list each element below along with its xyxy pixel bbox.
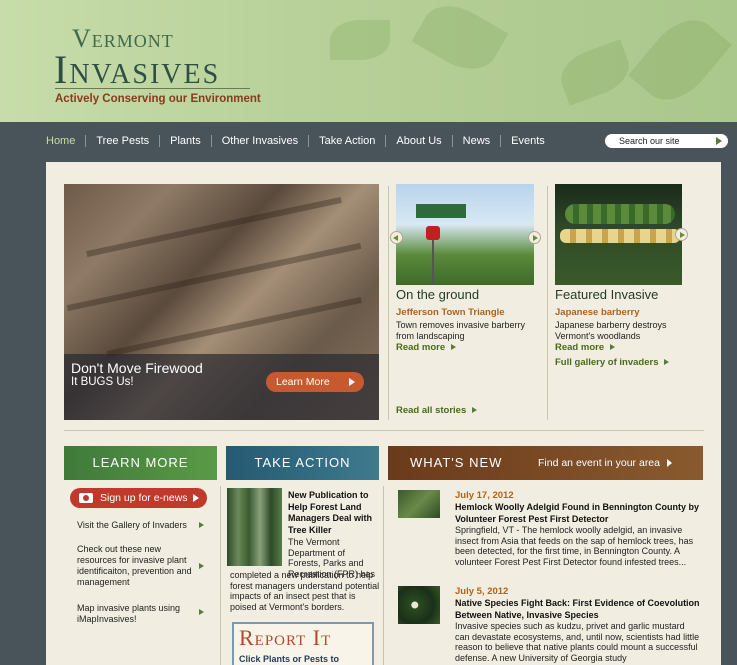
gallery-of-invaders-link[interactable]: Visit the Gallery of Invaders [77,520,202,531]
featured-invasive-image[interactable] [555,184,682,285]
barberry-flowers [560,229,680,243]
search-submit-icon[interactable] [716,137,722,145]
nav-news[interactable]: News [453,135,502,147]
nav-other-invasives[interactable]: Other Invasives [212,135,310,147]
on-the-ground-subtitle[interactable]: Jefferson Town Triangle [396,307,505,318]
arrow-right-icon [199,609,204,615]
on-the-ground-text: Town removes invasive barberry from land… [396,320,526,341]
enews-signup-button[interactable]: Sign up for e-news [70,488,207,508]
gallery-label: Full gallery of invaders [555,357,659,368]
news-body: Springfield, VT - The hemlock woolly ade… [455,525,694,567]
news-date: July 5, 2012 [455,586,509,597]
news-title[interactable]: Hemlock Woolly Adelgid Found in Benningt… [455,502,705,525]
search-placeholder: Search our site [619,136,680,146]
logo-invasives[interactable]: Invasives [54,46,220,93]
forest-image[interactable] [227,488,282,566]
log-texture [66,242,362,312]
news-title[interactable]: Native Species Fight Back: First Evidenc… [455,598,705,621]
whats-new-header: WHAT'S NEW Find an event in your area [388,446,703,480]
native-species-image[interactable] [398,586,440,624]
barberry-leaves [565,204,675,224]
logo-tagline: Actively Conserving our Environment [55,93,261,105]
featured-invasive-text: Japanese barberry destroys Vermont's woo… [555,320,667,341]
nav-events[interactable]: Events [501,135,555,147]
on-the-ground-title: On the ground [396,287,480,302]
hemlock-image[interactable] [398,490,440,518]
logo-divider [55,88,250,89]
prev-arrow-icon[interactable] [390,231,403,244]
nav-tree-pests[interactable]: Tree Pests [86,135,161,147]
take-action-article-body-cont: completed a new publication to help fore… [230,570,380,612]
read-more-label: Read more [396,342,446,353]
section-divider [64,430,704,431]
arrow-right-icon [451,344,457,350]
arrow-right-icon [199,522,204,528]
next-arrow-icon[interactable] [528,231,541,244]
arrow-right-icon [199,563,204,569]
news-date: July 17, 2012 [455,490,514,501]
take-action-header: TAKE ACTION [226,446,379,480]
full-gallery-link[interactable]: Full gallery of invaders [555,357,670,368]
learn-more-header: LEARN MORE [64,446,217,480]
report-it-subtitle: Click Plants or Pests to [239,654,340,664]
decorative-insect [628,6,732,114]
read-more-label: Read more [555,342,605,353]
decorative-leaf [554,39,636,106]
report-it-box[interactable]: Report It Click Plants or Pests to [232,622,374,665]
whats-new-label: WHAT'S NEW [410,455,503,470]
arrow-right-icon [472,407,478,413]
log-texture [106,297,362,357]
column-divider [547,186,548,420]
nav-take-action[interactable]: Take Action [309,135,387,147]
nav-about-us[interactable]: About Us [386,135,453,147]
column-divider [388,186,389,420]
next-arrow-icon[interactable] [675,228,688,241]
log-texture [86,197,342,257]
featured-read-more[interactable]: Read more [555,342,616,353]
stop-sign [426,226,440,240]
site-header: Vermont Invasives Actively Conserving ou… [0,0,737,122]
featured-invasive-title: Featured Invasive [555,287,659,302]
news-body: Invasive species such as kudzu, privet a… [455,621,700,663]
take-action-article-title[interactable]: New Publication to Help Forest Land Mana… [288,490,378,536]
decorative-leaf [411,0,509,82]
column-divider [383,486,384,665]
read-all-stories-link[interactable]: Read all stories [396,405,478,416]
road-sign [416,204,466,218]
arrow-right-icon [664,359,670,365]
camera-icon [79,493,93,503]
find-event-link[interactable]: Find an event in your area [538,446,672,480]
report-it-title: Report It [239,625,332,650]
decorative-leaf [330,20,390,60]
nav-home[interactable]: Home [36,135,87,147]
column-divider [220,486,221,665]
hero-caption: Don't Move Firewood It BUGS Us! Learn Mo… [64,354,379,420]
sign-pole [432,240,434,285]
on-the-ground-read-more[interactable]: Read more [396,342,457,353]
read-all-label: Read all stories [396,405,467,416]
hero-title: Don't Move Firewood [71,360,203,376]
hero-subtitle: It BUGS Us! [71,376,134,388]
learn-more-button[interactable]: Learn More [266,372,364,392]
nav-plants[interactable]: Plants [160,135,212,147]
featured-invasive-subtitle[interactable]: Japanese barberry [555,307,640,318]
arrow-right-icon [610,344,616,350]
hero-firewood-image[interactable]: Don't Move Firewood It BUGS Us! Learn Mo… [64,184,379,420]
new-resources-link[interactable]: Check out these new resources for invasi… [77,544,202,588]
search-input[interactable]: Search our site [605,134,728,148]
imapinvasives-link[interactable]: Map invasive plants using iMapInvasives! [77,603,202,625]
enews-label: Sign up for e-news [100,492,188,504]
on-the-ground-image[interactable] [396,184,534,285]
